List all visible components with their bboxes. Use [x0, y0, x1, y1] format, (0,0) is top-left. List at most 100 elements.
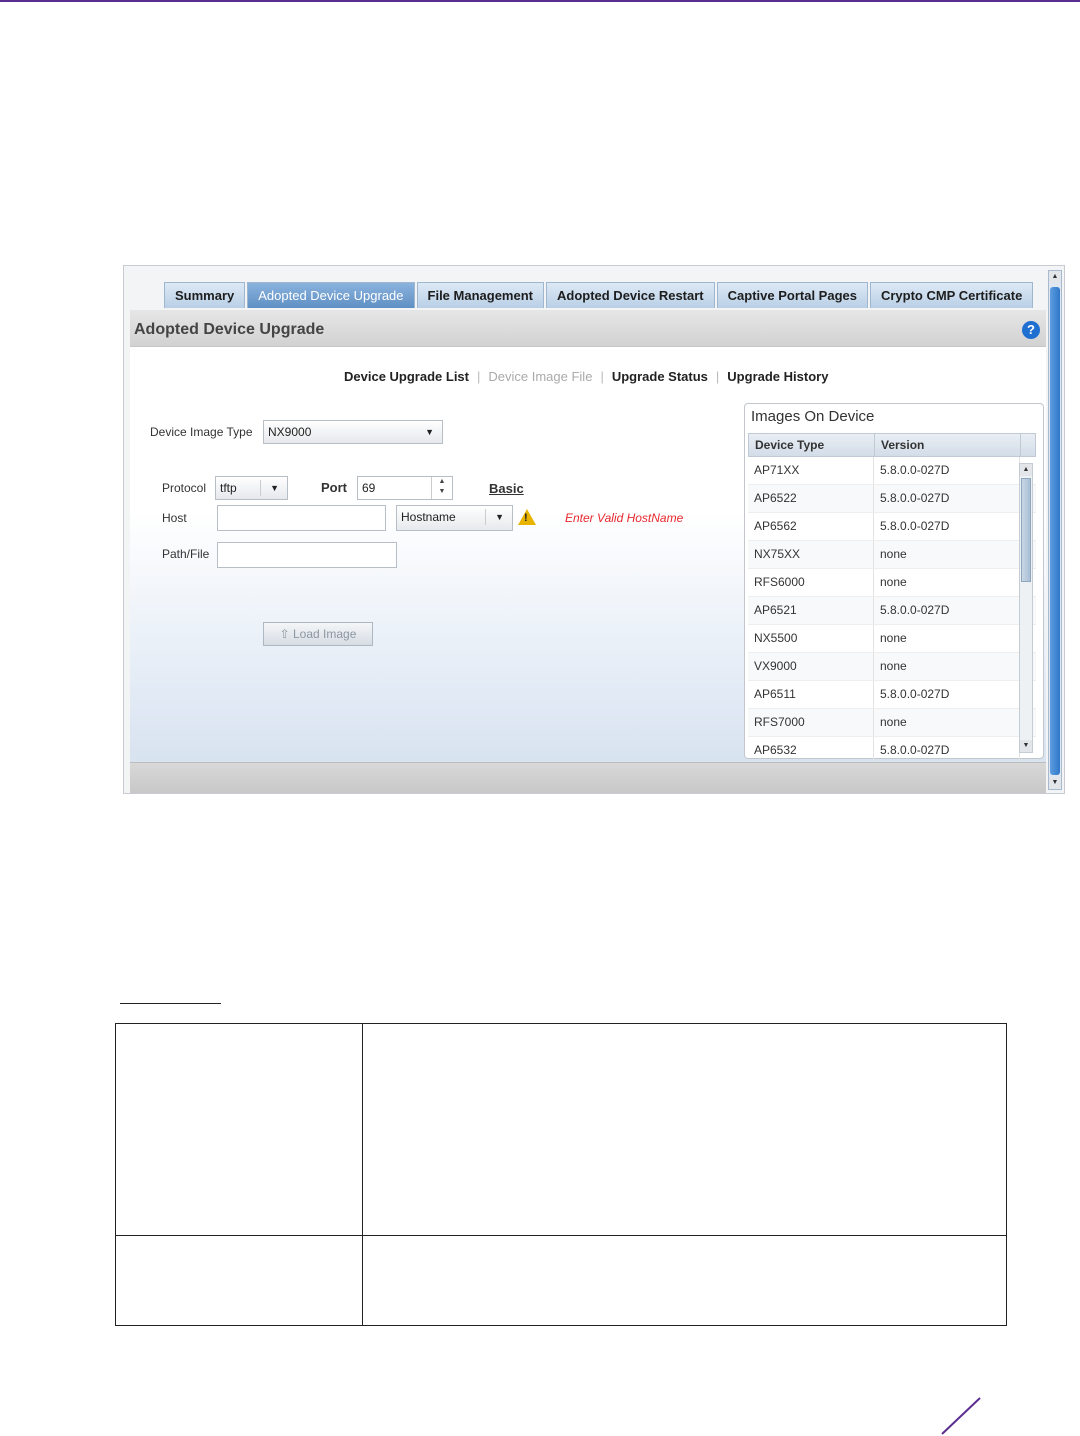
- cell-version: 5.8.0.0-027D: [874, 485, 1020, 512]
- subnav-separator: |: [477, 369, 481, 384]
- panel-title: Adopted Device Upgrade: [134, 321, 325, 338]
- images-on-device-panel: Images On Device Device Type Version AP7…: [744, 403, 1044, 765]
- table-caption-underline: [120, 1003, 221, 1004]
- cell-version: none: [874, 625, 1020, 652]
- table-row[interactable]: RFS6000 none: [748, 569, 1036, 597]
- question-circle-icon[interactable]: ?: [1022, 321, 1040, 339]
- grid-header: Device Type Version: [748, 433, 1036, 457]
- subnav-separator: |: [715, 369, 720, 384]
- device-image-type-label: Device Image Type: [150, 425, 253, 439]
- subnav-device-upgrade-list[interactable]: Device Upgrade List: [344, 369, 469, 384]
- subnav-separator: |: [600, 369, 604, 384]
- table-row[interactable]: NX75XX none: [748, 541, 1036, 569]
- basic-link[interactable]: Basic: [489, 481, 524, 496]
- select-divider: [485, 509, 486, 525]
- device-image-type-select[interactable]: NX9000 ▼: [263, 420, 443, 444]
- scroll-up-icon[interactable]: ▲: [1020, 464, 1032, 476]
- cell-device-type: AP6562: [748, 513, 874, 540]
- host-error-message: Enter Valid HostName: [565, 511, 684, 525]
- host-type-value: Hostname: [401, 510, 456, 524]
- table-row[interactable]: NX5500 none: [748, 625, 1036, 653]
- page-scroll-thumb[interactable]: [1050, 287, 1060, 775]
- cell-device-type: NX5500: [748, 625, 874, 652]
- table-row[interactable]: RFS7000 none: [748, 709, 1036, 737]
- cell-device-type: RFS7000: [748, 709, 874, 736]
- stepper-arrows-icon[interactable]: ▲ ▼: [431, 477, 452, 499]
- port-stepper[interactable]: 69 ▲ ▼: [357, 476, 453, 500]
- port-label: Port: [321, 480, 347, 495]
- column-header-device-type[interactable]: Device Type: [749, 434, 875, 456]
- images-on-device-title: Images On Device: [751, 408, 875, 425]
- table-row[interactable]: AP71XX 5.8.0.0-027D: [748, 457, 1036, 485]
- table-column-divider: [362, 1024, 363, 1325]
- grid-rows: AP71XX 5.8.0.0-027D AP6522 5.8.0.0-027D AP…: [748, 457, 1036, 765]
- table-row[interactable]: AP6562 5.8.0.0-027D: [748, 513, 1036, 541]
- table-row[interactable]: AP6522 5.8.0.0-027D: [748, 485, 1036, 513]
- load-image-button[interactable]: ⇧ Load Image: [263, 622, 373, 646]
- load-image-label: Load Image: [293, 627, 357, 641]
- scroll-down-icon[interactable]: ▼: [1020, 740, 1032, 752]
- cell-version: 5.8.0.0-027D: [874, 737, 1020, 764]
- protocol-select[interactable]: tftp ▼: [215, 476, 288, 500]
- scroll-down-icon[interactable]: ▼: [1049, 777, 1061, 789]
- column-header-version[interactable]: Version: [875, 434, 1021, 456]
- cell-device-type: AP6521: [748, 597, 874, 624]
- cell-device-type: NX75XX: [748, 541, 874, 568]
- table-row[interactable]: VX9000 none: [748, 653, 1036, 681]
- top-rule: [0, 0, 1080, 2]
- protocol-label: Protocol: [162, 481, 207, 495]
- cell-version: none: [874, 653, 1020, 680]
- table-row-divider: [116, 1235, 1006, 1236]
- tab-summary[interactable]: Summary: [164, 282, 246, 308]
- subnav-device-image-file[interactable]: Device Image File: [488, 369, 592, 384]
- panel-body: Device Upgrade List | Device Image File …: [130, 347, 1046, 765]
- tab-adopted-device-upgrade[interactable]: Adopted Device Upgrade: [247, 282, 415, 308]
- host-label: Host: [162, 511, 187, 525]
- cell-device-type: AP6522: [748, 485, 874, 512]
- host-input[interactable]: [217, 505, 386, 531]
- screenshot-window: Summary Adopted Device Upgrade File Mana…: [123, 265, 1065, 794]
- scroll-up-icon[interactable]: ▲: [1049, 271, 1061, 283]
- tab-crypto-cmp-certificate[interactable]: Crypto CMP Certificate: [869, 282, 1034, 308]
- host-type-select[interactable]: Hostname ▼: [396, 505, 513, 531]
- page-corner-slash: [941, 1397, 981, 1435]
- cell-version: none: [874, 541, 1020, 568]
- cell-device-type: VX9000: [748, 653, 874, 680]
- description-table: [115, 1023, 1007, 1326]
- page-scrollbar[interactable]: ▲ ▼: [1048, 270, 1062, 790]
- subnav-upgrade-status[interactable]: Upgrade Status: [612, 369, 708, 384]
- table-row[interactable]: AP6511 5.8.0.0-027D: [748, 681, 1036, 709]
- path-file-input[interactable]: [217, 542, 397, 568]
- images-scroll-thumb[interactable]: [1021, 478, 1031, 582]
- upload-icon: ⇧: [279, 627, 293, 641]
- cell-device-type: AP6532: [748, 737, 874, 764]
- images-grid: Device Type Version AP71XX 5.8.0.0-027D A…: [748, 433, 1036, 765]
- cell-device-type: RFS6000: [748, 569, 874, 596]
- tab-adopted-device-restart[interactable]: Adopted Device Restart: [545, 282, 715, 308]
- subnav-upgrade-history[interactable]: Upgrade History: [727, 369, 828, 384]
- cell-version: 5.8.0.0-027D: [874, 457, 1020, 484]
- port-value: 69: [362, 481, 376, 495]
- cell-version: none: [874, 569, 1020, 596]
- panel-header: Adopted Device Upgrade ?: [130, 310, 1046, 347]
- cell-device-type: AP6511: [748, 681, 874, 708]
- tab-file-management[interactable]: File Management: [416, 282, 544, 308]
- table-row[interactable]: AP6532 5.8.0.0-027D: [748, 737, 1036, 765]
- cell-version: none: [874, 709, 1020, 736]
- tab-captive-portal-pages[interactable]: Captive Portal Pages: [716, 282, 868, 308]
- table-row[interactable]: AP6521 5.8.0.0-027D: [748, 597, 1036, 625]
- cell-device-type: AP71XX: [748, 457, 874, 484]
- chevron-down-icon: ▼: [425, 427, 434, 437]
- tab-bar: Summary Adopted Device Upgrade File Mana…: [164, 282, 1035, 308]
- device-image-type-value: NX9000: [268, 425, 312, 439]
- sub-navigation: Device Upgrade List | Device Image File …: [344, 369, 828, 384]
- protocol-value: tftp: [220, 481, 237, 495]
- warning-icon: !: [518, 509, 536, 525]
- path-file-label: Path/File: [162, 547, 210, 561]
- select-divider: [260, 480, 261, 496]
- cell-version: 5.8.0.0-027D: [874, 597, 1020, 624]
- chevron-down-icon: ▼: [495, 512, 504, 522]
- panel-footer: [130, 762, 1046, 793]
- images-scrollbar[interactable]: ▲ ▼: [1019, 463, 1033, 753]
- cell-version: 5.8.0.0-027D: [874, 681, 1020, 708]
